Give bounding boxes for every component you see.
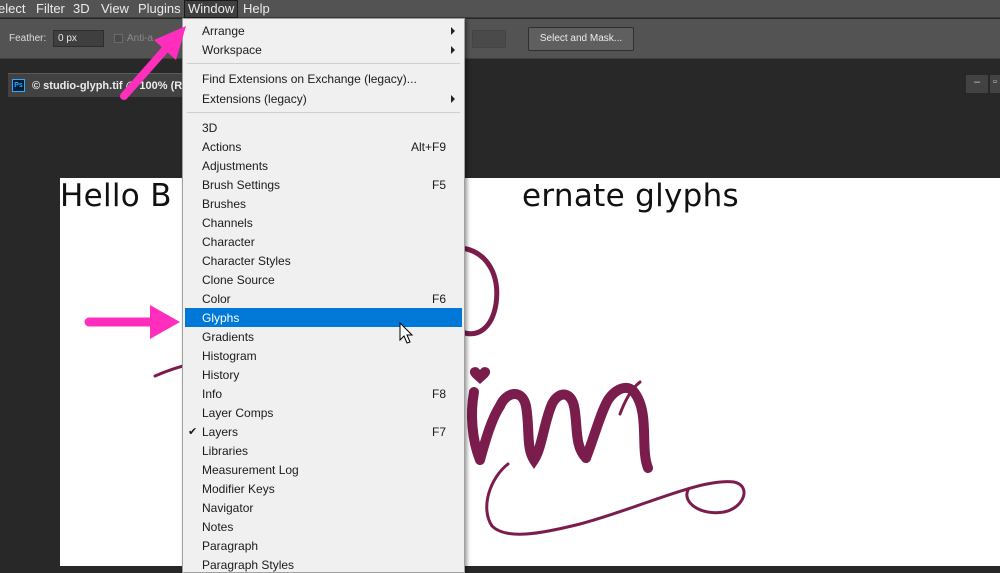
checkmark-icon: ✔ [188, 426, 198, 438]
menu-item-3d[interactable]: 3D [185, 118, 462, 137]
menu-3d[interactable]: 3D [73, 0, 90, 18]
menu-bar: elect Filter 3D View Plugins Window Help [0, 0, 1000, 18]
menu-item-layers[interactable]: ✔ Layers F7 [185, 422, 462, 441]
menu-item-glyphs[interactable]: Glyphs [185, 308, 462, 327]
menu-plugins[interactable]: Plugins [138, 0, 181, 18]
menu-item-measurement-log[interactable]: Measurement Log [185, 460, 462, 479]
menu-filter[interactable]: Filter [36, 0, 65, 18]
menu-item-histogram[interactable]: Histogram [185, 346, 462, 365]
window-menu-dropdown: Arrange Workspace Find Extensions on Exc… [182, 18, 465, 573]
menu-item-character-styles[interactable]: Character Styles [185, 251, 462, 270]
menu-item-modifier-keys[interactable]: Modifier Keys [185, 479, 462, 498]
menu-item-info[interactable]: Info F8 [185, 384, 462, 403]
menu-item-notes[interactable]: Notes [185, 517, 462, 536]
menu-item-actions[interactable]: Actions Alt+F9 [185, 137, 462, 156]
menu-item-arrange[interactable]: Arrange [185, 21, 462, 40]
panel-icon[interactable]: ▫ [990, 75, 1000, 93]
menu-item-layer-comps[interactable]: Layer Comps [185, 403, 462, 422]
submenu-arrow-icon [451, 46, 455, 54]
tab-strip [0, 60, 1000, 73]
photoshop-file-icon: Ps [12, 79, 25, 92]
menu-item-brushes[interactable]: Brushes [185, 194, 462, 213]
menu-item-workspace[interactable]: Workspace [185, 40, 462, 59]
minimize-icon[interactable]: ‒ [966, 75, 988, 93]
menu-select[interactable]: elect [0, 0, 25, 18]
feather-label: Feather: [9, 33, 47, 44]
menu-help[interactable]: Help [243, 0, 270, 18]
submenu-arrow-icon [451, 27, 455, 35]
menu-item-gradients[interactable]: Gradients [185, 327, 462, 346]
menu-item-navigator[interactable]: Navigator [185, 498, 462, 517]
menu-item-channels[interactable]: Channels [185, 213, 462, 232]
antialias-label: Anti-a [127, 33, 154, 44]
menu-item-extensions[interactable]: Extensions (legacy) [185, 89, 462, 108]
submenu-arrow-icon [451, 95, 455, 103]
menu-item-find-extensions[interactable]: Find Extensions on Exchange (legacy)... [185, 69, 462, 88]
menu-view[interactable]: View [101, 0, 129, 18]
menu-item-color[interactable]: Color F6 [185, 289, 462, 308]
feather-input[interactable]: 0 px [53, 30, 104, 47]
menu-item-libraries[interactable]: Libraries [185, 441, 462, 460]
options-bar: Feather: 0 px Anti-a Select and Mask... [0, 19, 1000, 59]
document-tab-title: © studio-glyph.tif @ 100% (R [32, 80, 183, 92]
menu-item-history[interactable]: History [185, 365, 462, 384]
menu-item-paragraph[interactable]: Paragraph [185, 536, 462, 555]
disabled-field [472, 30, 506, 48]
menu-separator [187, 112, 460, 113]
menu-separator [187, 63, 460, 64]
menu-item-adjustments[interactable]: Adjustments [185, 156, 462, 175]
menu-item-clone-source[interactable]: Clone Source [185, 270, 462, 289]
menu-item-character[interactable]: Character [185, 232, 462, 251]
select-and-mask-button[interactable]: Select and Mask... [528, 27, 634, 51]
antialias-checkbox[interactable] [114, 34, 123, 43]
menu-window[interactable]: Window [184, 0, 239, 18]
menu-item-brush-settings[interactable]: Brush Settings F5 [185, 175, 462, 194]
menu-item-paragraph-styles[interactable]: Paragraph Styles [185, 555, 462, 573]
